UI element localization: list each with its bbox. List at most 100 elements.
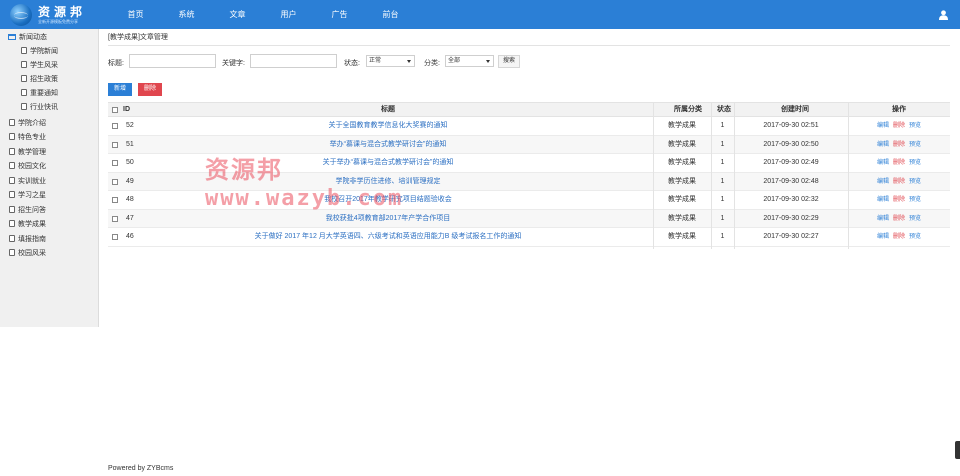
preview-link[interactable]: 预览 [909,197,921,203]
sidebar-item-campus-culture[interactable]: 校园文化 [9,160,46,173]
sidebar-item-majors[interactable]: 特色专业 [9,131,46,144]
logo[interactable]: 资源邦 全新开源模板免费分享 [8,2,100,27]
row-status: 1 [720,177,725,185]
document-icon [21,103,27,110]
row-actions: 编辑 删除 预览 [877,173,925,191]
row-category: 教学成果 [668,214,696,222]
delete-link[interactable]: 删除 [893,160,905,166]
edit-link[interactable]: 编辑 [877,142,889,148]
sidebar-item-study-stars[interactable]: 学习之星 [9,189,46,202]
sidebar-item-industry-news[interactable]: 行业快讯 [21,101,58,114]
sidebar-item-label: 学生风采 [30,62,58,69]
preview-link[interactable]: 预览 [909,234,921,240]
nav-users[interactable]: 用户 [263,0,314,29]
edit-link[interactable]: 编辑 [877,160,889,166]
row-checkbox[interactable] [112,178,118,185]
sidebar-item-label: 学院介绍 [18,120,46,127]
row-id: 50 [126,159,134,166]
row-checkbox[interactable] [112,160,118,166]
column-header-title[interactable]: 标题 [148,103,628,118]
sidebar-item-student-style[interactable]: 学生风采 [21,59,58,72]
sidebar-item-label: 招生问答 [18,207,46,214]
row-status: 1 [720,214,725,222]
category-filter-select[interactable]: 全部 [445,55,494,67]
preview-link[interactable]: 预览 [909,216,921,222]
sidebar-item-campus-scenery[interactable]: 校园风采 [9,247,46,260]
preview-link[interactable]: 预览 [909,179,921,185]
row-actions: 编辑 删除 预览 [877,210,925,228]
row-title-link[interactable]: 我校获批4项教育部2017年产学合作项目 [148,210,628,228]
nav-frontend[interactable]: 前台 [365,0,416,29]
delete-link[interactable]: 删除 [893,234,905,240]
column-divider [711,102,712,249]
sidebar-item-employment[interactable]: 实训就业 [9,175,46,188]
row-title-link[interactable]: 关于全国教育教学信息化大奖赛的通知 [148,117,628,135]
nav-ads[interactable]: 广告 [314,0,365,29]
delete-link[interactable]: 删除 [893,142,905,148]
chevron-down-icon [486,60,490,63]
row-created-time: 2017-09-30 02:48 [763,177,819,185]
row-created-time: 2017-09-30 02:27 [763,233,819,240]
row-checkbox[interactable] [112,197,118,203]
row-checkbox[interactable] [112,123,118,129]
keyword-filter-input[interactable] [250,54,337,68]
row-title-link[interactable]: 关于做好 2017 年12 月大学英语四、六级考试和英语应用能力B 级考试报名工… [148,228,628,246]
column-header-id[interactable]: ID [123,103,137,118]
delete-link[interactable]: 删除 [893,216,905,222]
edit-link[interactable]: 编辑 [877,234,889,240]
edit-link[interactable]: 编辑 [877,197,889,203]
sidebar-item-label: 学习之星 [18,192,46,199]
row-id: 47 [126,214,134,222]
row-category: 教学成果 [668,140,696,148]
delete-link[interactable]: 删除 [893,197,905,203]
row-category: 教学成果 [668,122,696,129]
row-checkbox[interactable] [112,234,118,240]
row-id: 52 [126,122,134,129]
row-id: 49 [126,177,134,185]
sidebar-item-college-news[interactable]: 学院新闻 [21,45,58,58]
column-header-actions: 操作 [892,106,906,113]
add-button[interactable]: 新增 [108,83,132,96]
user-icon[interactable] [939,10,948,20]
preview-link[interactable]: 预览 [909,142,921,148]
edit-link[interactable]: 编辑 [877,179,889,185]
column-header-created[interactable]: 创建时间 [734,103,856,118]
document-icon [21,89,27,96]
preview-link[interactable]: 预览 [909,160,921,166]
status-selected-value: 正常 [369,58,382,64]
sidebar-item-teaching-results[interactable]: 教学成果 [9,218,46,231]
nav-articles[interactable]: 文章 [212,0,263,29]
chevron-down-icon [407,60,411,63]
delete-link[interactable]: 删除 [893,179,905,185]
scroll-handle[interactable] [955,441,960,459]
watermark-text: 资源邦 [205,156,283,184]
search-button[interactable]: 搜索 [498,55,520,68]
sidebar-item-teaching[interactable]: 教学管理 [9,146,46,159]
row-category: 教学成果 [668,177,696,185]
sidebar-item-label: 实训就业 [18,178,46,185]
delete-button[interactable]: 删除 [138,83,162,96]
sidebar-item-notices[interactable]: 重要通知 [21,87,58,100]
select-all-checkbox[interactable] [112,107,118,113]
row-status: 1 [720,140,725,148]
sidebar-item-label: 填报指南 [18,236,46,243]
nav-home[interactable]: 首页 [110,0,161,29]
status-filter-select[interactable]: 正常 [366,55,415,67]
sidebar-item-admission-policy[interactable]: 招生政策 [21,73,58,86]
row-actions: 编辑 删除 预览 [877,117,925,135]
table-row: 46 关于做好 2017 年12 月大学英语四、六级考试和英语应用能力B 级考试报… [108,228,950,247]
nav-system[interactable]: 系统 [161,0,212,29]
row-actions: 编辑 删除 预览 [877,136,925,154]
sidebar-item-application-guide[interactable]: 填报指南 [9,233,46,246]
row-checkbox[interactable] [112,215,118,222]
edit-link[interactable]: 编辑 [877,216,889,222]
sidebar-item-news[interactable]: 新闻动态 [8,31,47,44]
delete-link[interactable]: 删除 [893,123,905,129]
sidebar-item-about[interactable]: 学院介绍 [9,117,46,130]
title-filter-input[interactable] [129,54,216,68]
row-created-time: 2017-09-30 02:29 [763,214,819,222]
sidebar-item-admission-qa[interactable]: 招生问答 [9,204,46,217]
edit-link[interactable]: 编辑 [877,123,889,129]
row-checkbox[interactable] [112,141,118,148]
preview-link[interactable]: 预览 [909,123,921,129]
